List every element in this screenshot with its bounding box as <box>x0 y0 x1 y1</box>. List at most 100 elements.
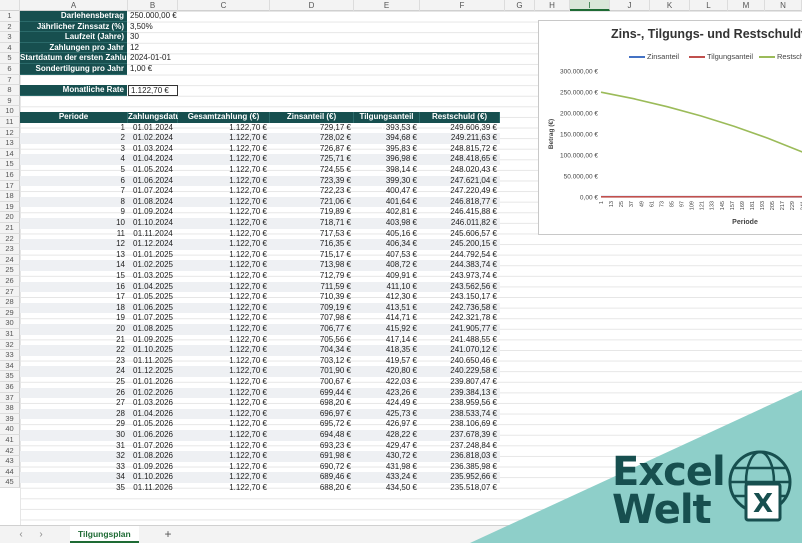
table-cell[interactable]: 1.122,70 € <box>178 324 270 335</box>
param-label[interactable]: Jährlicher Zinssatz (%) <box>20 21 127 33</box>
table-cell[interactable]: 713,98 € <box>270 260 354 271</box>
table-cell[interactable]: 709,19 € <box>270 303 354 314</box>
table-cell[interactable]: 721,06 € <box>270 197 354 208</box>
table-cell[interactable]: 407,53 € <box>354 250 420 261</box>
table-cell[interactable]: 1.122,70 € <box>178 430 270 441</box>
table-cell[interactable]: 696,97 € <box>270 409 354 420</box>
table-cell[interactable]: 425,73 € <box>354 409 420 420</box>
table-cell[interactable]: 700,67 € <box>270 377 354 388</box>
param-label[interactable]: Startdatum der ersten Zahlung <box>20 53 127 64</box>
table-row[interactable]: 23 01.11.2025 1.122,70 €703,12 €419,57 €24… <box>20 356 500 367</box>
table-cell[interactable]: 1.122,70 € <box>178 176 270 187</box>
row-header[interactable]: 41 <box>0 435 20 446</box>
table-cell[interactable]: 1.122,70 € <box>178 154 270 165</box>
column-header-k[interactable]: K <box>650 0 690 11</box>
table-cell[interactable]: 01.10.2026 <box>128 472 178 483</box>
table-cell[interactable]: 1.122,70 € <box>178 472 270 483</box>
table-cell[interactable]: 1.122,70 € <box>178 133 270 144</box>
row-header[interactable]: 27 <box>0 286 20 298</box>
table-cell[interactable]: 247.220,49 € <box>420 186 500 197</box>
row-header[interactable]: 24 <box>0 254 20 266</box>
row-header[interactable]: 30 <box>0 318 20 329</box>
table-cell[interactable]: 1.122,70 € <box>178 345 270 356</box>
table-cell[interactable]: 718,71 € <box>270 218 354 229</box>
table-cell[interactable]: 248.418,65 € <box>420 154 500 165</box>
table-cell[interactable]: 408,72 € <box>354 260 420 271</box>
table-cell[interactable]: 01.01.2025 <box>128 250 178 261</box>
table-cell[interactable]: 1.122,70 € <box>178 451 270 462</box>
column-header-f[interactable]: F <box>420 0 505 11</box>
column-header-g[interactable]: G <box>505 0 535 11</box>
row-header[interactable]: 23 <box>0 244 20 255</box>
table-cell[interactable]: 725,71 € <box>270 154 354 165</box>
table-cell[interactable]: 24 <box>20 366 128 377</box>
table-row[interactable]: 20 01.08.2025 1.122,70 €706,77 €415,92 €24… <box>20 324 500 335</box>
row-header[interactable]: 9 <box>0 95 20 107</box>
table-cell[interactable]: 1.122,70 € <box>178 260 270 271</box>
column-header-j[interactable]: J <box>610 0 650 11</box>
table-cell[interactable]: 248.815,72 € <box>420 144 500 155</box>
table-cell[interactable]: 239.384,13 € <box>420 388 500 399</box>
table-cell[interactable]: 18 <box>20 303 128 314</box>
row-header[interactable]: 40 <box>0 424 20 435</box>
table-cell[interactable]: 690,72 € <box>270 462 354 473</box>
table-cell[interactable]: 1.122,70 € <box>178 144 270 155</box>
row-header[interactable]: 31 <box>0 329 20 340</box>
table-cell[interactable]: 245.200,15 € <box>420 239 500 250</box>
table-cell[interactable]: 01.04.2026 <box>128 409 178 420</box>
table-cell[interactable]: 01.03.2024 <box>128 144 178 155</box>
row-header[interactable]: 25 <box>0 265 20 276</box>
table-cell[interactable]: 1.122,70 € <box>178 356 270 367</box>
table-cell[interactable]: 01.11.2024 <box>128 229 178 240</box>
table-cell[interactable]: 726,87 € <box>270 144 354 155</box>
table-cell[interactable]: 01.05.2026 <box>128 419 178 430</box>
table-cell[interactable]: 418,35 € <box>354 345 420 356</box>
row-header[interactable]: 21 <box>0 223 20 234</box>
column-header-m[interactable]: M <box>728 0 765 11</box>
param-value[interactable]: 250.000,00 € <box>128 11 178 22</box>
table-cell[interactable]: 01.12.2024 <box>128 239 178 250</box>
table-cell[interactable]: 729,17 € <box>270 123 354 134</box>
param-label[interactable]: Darlehensbetrag <box>20 11 127 22</box>
table-cell[interactable]: 243.562,56 € <box>420 282 500 293</box>
table-row[interactable]: 28 01.04.2026 1.122,70 €696,97 €425,73 €23… <box>20 408 500 420</box>
row-header[interactable]: 1 <box>0 11 20 22</box>
column-heading[interactable]: Zahlungsdatum <box>128 112 188 123</box>
table-cell[interactable]: 1.122,70 € <box>178 366 270 377</box>
table-cell[interactable]: 1.122,70 € <box>178 409 270 420</box>
column-heading[interactable]: Restschuld (€) <box>420 112 500 123</box>
select-all-corner[interactable] <box>0 0 20 11</box>
table-cell[interactable]: 1.122,70 € <box>178 229 270 240</box>
table-cell[interactable]: 01.04.2024 <box>128 154 178 165</box>
row-header[interactable]: 28 <box>0 297 20 308</box>
table-cell[interactable]: 704,34 € <box>270 345 354 356</box>
table-cell[interactable]: 30 <box>20 430 128 441</box>
row-header[interactable]: 19 <box>0 201 20 213</box>
rate-label[interactable]: Monatliche Rate <box>20 85 127 96</box>
row-header[interactable]: 7 <box>0 74 20 86</box>
table-cell[interactable]: 19 <box>20 313 128 324</box>
param-value[interactable]: 30 <box>128 32 178 43</box>
table-cell[interactable]: 400,47 € <box>354 186 420 197</box>
table-row[interactable]: 12 01.12.2024 1.122,70 €716,35 €406,34 €24… <box>20 239 500 250</box>
table-cell[interactable]: 401,64 € <box>354 197 420 208</box>
table-row[interactable]: 15 01.03.2025 1.122,70 €712,79 €409,91 €24… <box>20 271 500 282</box>
row-header[interactable]: 15 <box>0 159 20 170</box>
table-row[interactable]: 13 01.01.2025 1.122,70 €715,17 €407,53 €24… <box>20 250 500 261</box>
table-row[interactable]: 6 01.06.2024 1.122,70 €723,39 €399,30 €247… <box>20 175 500 187</box>
row-header[interactable]: 14 <box>0 148 20 160</box>
add-sheet-button[interactable]: + <box>160 527 176 542</box>
table-row[interactable]: 14 01.02.2025 1.122,70 €713,98 €408,72 €24… <box>20 260 500 271</box>
table-cell[interactable]: 429,47 € <box>354 441 420 452</box>
column-header-d[interactable]: D <box>270 0 354 11</box>
table-cell[interactable]: 01.01.2024 <box>128 123 178 134</box>
row-header[interactable]: 29 <box>0 307 20 319</box>
table-cell[interactable]: 411,10 € <box>354 282 420 293</box>
row-header[interactable]: 3 <box>0 32 20 43</box>
table-cell[interactable]: 396,98 € <box>354 154 420 165</box>
table-cell[interactable]: 1.122,70 € <box>178 462 270 473</box>
table-cell[interactable]: 1.122,70 € <box>178 388 270 399</box>
table-cell[interactable]: 01.09.2024 <box>128 207 178 218</box>
table-cell[interactable]: 394,68 € <box>354 133 420 144</box>
table-cell[interactable]: 1.122,70 € <box>178 250 270 261</box>
